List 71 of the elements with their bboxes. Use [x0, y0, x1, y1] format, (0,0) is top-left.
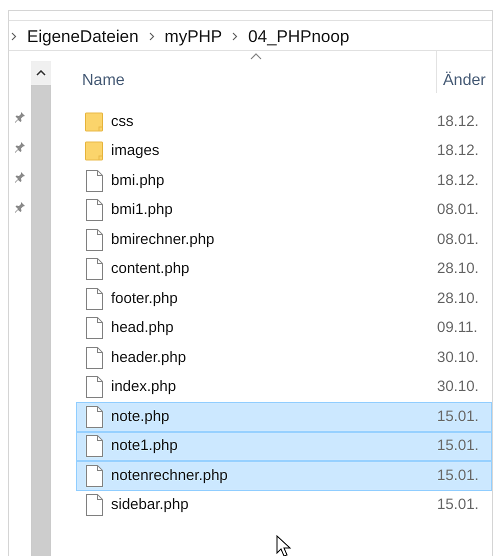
pin-icon[interactable] [14, 111, 26, 123]
pin-icon[interactable] [14, 201, 26, 213]
file-row[interactable]: content.php 28.10. [76, 254, 492, 284]
file-name: head.php [110, 318, 175, 338]
breadcrumb-item[interactable]: myPHP [164, 24, 222, 50]
document-icon [86, 494, 102, 516]
folder-icon [85, 112, 103, 132]
file-name: bmi.php [110, 170, 166, 190]
modified-date: 15.01. [437, 495, 479, 515]
file-name: bmirechner.php [110, 230, 216, 250]
file-row[interactable]: images 18.12. [76, 136, 492, 166]
modified-date: 30.10. [437, 348, 479, 368]
document-icon [86, 464, 102, 487]
file-name: css [110, 112, 134, 132]
column-header[interactable]: Name [82, 69, 125, 93]
file-row[interactable]: css 18.12. [76, 107, 492, 136]
file-row[interactable]: header.php 30.10. [76, 343, 492, 372]
pin-icon[interactable] [14, 171, 26, 183]
file-name: index.php [110, 377, 178, 397]
modified-date: 15.01. [437, 406, 479, 426]
file-row[interactable]: bmi1.php 08.01. [76, 196, 492, 225]
document-icon [86, 435, 102, 458]
document-icon [86, 258, 102, 280]
modified-date: 09.11. [437, 318, 478, 338]
file-name: note1.php [110, 436, 179, 456]
file-row[interactable]: note1.php 15.01. [76, 432, 492, 461]
modified-date: 18.12. [437, 112, 479, 132]
modified-date: 28.10. [437, 288, 479, 308]
sort-ascending-icon [250, 53, 262, 60]
file-row[interactable]: note.php 15.01. [76, 402, 492, 432]
scroll-up-icon[interactable] [36, 70, 46, 76]
file-row[interactable]: notenrechner.php 15.01. [76, 461, 492, 490]
file-row[interactable]: head.php 09.11. [76, 314, 492, 343]
file-name: notenrechner.php [110, 466, 229, 486]
chevron-icon [232, 32, 238, 41]
document-icon [86, 228, 102, 251]
file-row[interactable]: bmirechner.php 08.01. [76, 225, 492, 254]
modified-date: 08.01. [437, 200, 479, 220]
modified-date: 18.12. [437, 170, 479, 190]
document-icon [86, 346, 102, 369]
file-row[interactable]: footer.php 28.10. [76, 284, 492, 314]
file-name: header.php [110, 348, 188, 368]
scrollbar[interactable] [31, 61, 51, 556]
file-name: bmi1.php [110, 200, 174, 220]
folder-icon [85, 141, 103, 162]
breadcrumb-item[interactable]: 04_PHPnoop [248, 24, 350, 50]
file-name: footer.php [110, 288, 179, 308]
document-icon [86, 406, 102, 428]
modified-date: 28.10. [437, 259, 479, 279]
file-row[interactable]: index.php 30.10. [76, 372, 492, 402]
document-icon [86, 317, 102, 340]
chevron-icon [148, 32, 155, 41]
document-icon [86, 288, 102, 310]
modified-date: 15.01. [437, 466, 479, 486]
modified-date: 08.01. [437, 230, 479, 250]
modified-date: 15.01. [437, 436, 479, 456]
file-row[interactable]: sidebar.php 15.01. [76, 490, 492, 520]
column-header[interactable]: Änder [443, 72, 486, 89]
document-icon [86, 170, 102, 192]
modified-date: 18.12. [437, 141, 479, 161]
file-name: content.php [110, 259, 190, 279]
pin-icon[interactable] [14, 141, 26, 153]
file-row[interactable]: bmi.php 18.12. [76, 166, 492, 196]
document-icon [86, 376, 102, 398]
file-name: images [110, 141, 160, 161]
modified-date: 30.10. [437, 377, 479, 397]
file-name: sidebar.php [110, 495, 190, 515]
file-name: note.php [110, 406, 170, 426]
chevron-icon [11, 32, 17, 41]
breadcrumb-item[interactable]: EigeneDateien [27, 24, 139, 50]
document-icon [86, 199, 102, 222]
